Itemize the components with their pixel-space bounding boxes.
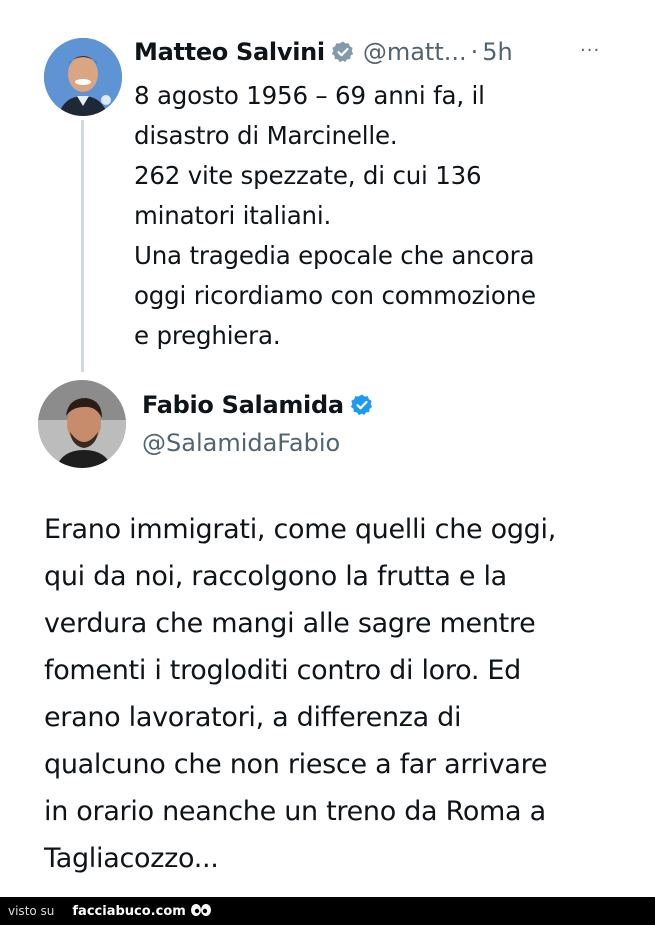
reply-author-name[interactable]: Fabio Salamida — [142, 391, 344, 419]
more-options-icon[interactable]: ··· — [580, 40, 600, 61]
tweet-time[interactable]: 5h — [482, 38, 512, 66]
separator-dot: · — [470, 38, 479, 66]
watermark-footer: visto su facciabuco.com — [0, 897, 655, 925]
author-name[interactable]: Matteo Salvini — [134, 38, 325, 66]
verified-blue-badge-icon — [350, 393, 374, 417]
site-name[interactable]: facciabuco.com — [72, 904, 185, 919]
visto-su-label: visto su — [8, 904, 55, 918]
eyes-logo-icon — [190, 902, 212, 920]
avatar-salamida-image — [38, 380, 126, 468]
original-tweet-text: 8 agosto 1956 – 69 anni fa, il disastro … — [134, 81, 536, 350]
original-tweet-header: Matteo Salvini @matt... · 5h — [134, 34, 513, 70]
reply-tweet-header: Fabio Salamida @SalamidaFabio — [142, 386, 374, 462]
avatar-salvini-image — [44, 38, 122, 116]
thread-line — [81, 120, 84, 372]
verified-gray-badge-icon — [331, 40, 355, 64]
author-handle[interactable]: @matt... — [363, 38, 467, 66]
avatar-salamida[interactable] — [38, 380, 126, 468]
reply-author-handle[interactable]: @SalamidaFabio — [142, 424, 374, 462]
avatar-salvini[interactable] — [44, 38, 122, 116]
reply-tweet-text: Erano immigrati, come quelli che oggi, q… — [44, 514, 557, 874]
